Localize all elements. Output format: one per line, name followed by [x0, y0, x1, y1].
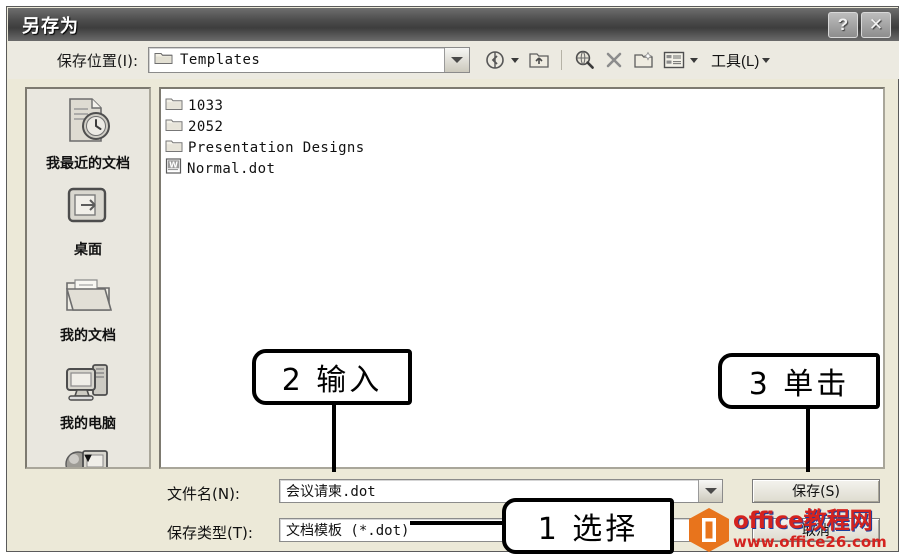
close-button[interactable]: ✕	[861, 11, 891, 38]
annotation-step-1: 1 选择	[502, 498, 674, 554]
sidebar-item-my-documents[interactable]: 我的文档	[27, 265, 149, 353]
save-in-combobox[interactable]: Templates	[148, 47, 470, 73]
back-dropdown-icon[interactable]	[511, 57, 519, 63]
list-item[interactable]: W Normal.dot	[165, 158, 883, 179]
annotation-step-3: 3 单击	[718, 353, 880, 409]
filename-value: 会议请柬.dot	[286, 484, 376, 500]
filetype-value: 文档模板 (*.dot)	[286, 523, 410, 539]
list-item[interactable]: 2052	[165, 116, 883, 137]
sidebar-item-label: 桌面	[74, 242, 102, 258]
back-arrow-icon[interactable]	[482, 47, 508, 73]
annotation-leader-3	[806, 408, 810, 472]
word-document-icon: W	[165, 158, 182, 179]
save-button[interactable]: 保存(S)	[752, 479, 880, 503]
tools-menu-label[interactable]: 工具(L)	[711, 50, 759, 71]
office-logo-icon	[687, 507, 731, 553]
file-list[interactable]: 1033 2052 Presentation Designs W Normal.…	[159, 87, 885, 469]
watermark-line-2: www.office26.com	[733, 533, 887, 551]
toolbar: 保存位置(I): Templates 工具(L)	[8, 41, 899, 79]
title-bar: 另存为 ? ✕	[8, 8, 899, 41]
watermark-text: office教程网 www.office26.com	[733, 510, 887, 550]
my-computer-icon	[61, 359, 115, 410]
page-title: 另存为	[22, 15, 79, 36]
sidebar-item-label: 我的文档	[60, 328, 116, 344]
sidebar-item-label: 我的电脑	[60, 416, 116, 432]
annotation-leader-2	[332, 404, 336, 472]
toolbar-separator	[561, 50, 562, 70]
sidebar-item-my-computer[interactable]: 我的电脑	[27, 353, 149, 441]
save-in-label: 保存位置(I):	[56, 51, 138, 70]
desktop-icon	[62, 183, 114, 236]
filename-label: 文件名(N):	[167, 485, 240, 503]
sidebar-item-recent-documents[interactable]: 我最近的文档	[27, 89, 149, 177]
search-globe-icon[interactable]	[571, 47, 597, 73]
folder-icon	[165, 96, 183, 116]
sidebar-item-label: 我最近的文档	[46, 156, 130, 172]
window-controls: ? ✕	[828, 11, 891, 38]
annotation-step-2: 2 输入	[252, 349, 412, 405]
watermark-line-1: office教程网	[733, 508, 873, 534]
folder-icon	[165, 117, 183, 137]
places-bar[interactable]: 我最近的文档 桌面 我的文档 我的电脑 ▼	[25, 87, 151, 469]
sidebar-item-desktop[interactable]: 桌面	[27, 177, 149, 265]
chevron-down-icon	[451, 57, 463, 63]
file-name: Normal.dot	[187, 160, 276, 177]
recent-documents-icon	[60, 95, 116, 150]
up-folder-icon[interactable]	[526, 47, 552, 73]
views-list-icon[interactable]	[661, 47, 687, 73]
file-name: 1033	[188, 97, 224, 114]
list-item[interactable]: Presentation Designs	[165, 137, 883, 158]
save-in-value: Templates	[180, 52, 261, 68]
save-as-dialog: 另存为 ? ✕ 保存位置(I): Templates 工具(L) 我最近的文档 …	[6, 6, 899, 552]
site-watermark: office教程网 www.office26.com	[687, 504, 899, 556]
toolbar-buttons: 工具(L)	[482, 47, 773, 73]
folder-icon	[154, 50, 173, 70]
svg-text:W: W	[169, 160, 178, 169]
tools-dropdown-icon[interactable]	[762, 57, 771, 63]
file-name: 2052	[188, 118, 224, 135]
filename-dropdown-button[interactable]	[698, 480, 722, 502]
places-scroll-down-arrow[interactable]: ▼	[27, 451, 149, 464]
chevron-down-icon	[704, 488, 717, 494]
list-item[interactable]: 1033	[165, 95, 883, 116]
folder-icon	[165, 138, 183, 158]
help-button[interactable]: ?	[828, 11, 858, 38]
save-in-dropdown-button[interactable]	[444, 48, 469, 72]
delete-x-icon[interactable]	[601, 47, 627, 73]
views-dropdown-icon[interactable]	[690, 57, 698, 63]
new-folder-icon[interactable]	[631, 47, 657, 73]
file-name: Presentation Designs	[188, 139, 365, 156]
filetype-label: 保存类型(T):	[167, 524, 253, 542]
my-documents-icon	[61, 271, 115, 322]
